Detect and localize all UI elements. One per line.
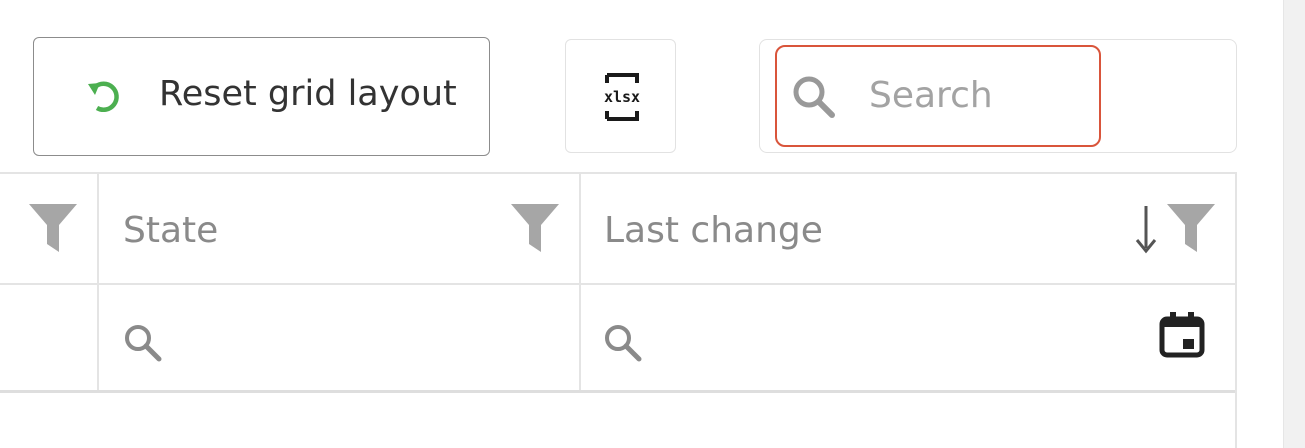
column-divider	[579, 174, 581, 283]
reset-grid-layout-label: Reset grid layout	[159, 74, 457, 114]
grid-filter-row	[0, 285, 1235, 393]
export-xlsx-button[interactable]: xlsx	[565, 39, 676, 153]
grid-header-row: State Last change	[0, 174, 1235, 285]
xlsx-export-icon: xlsx	[604, 73, 640, 121]
data-grid: State Last change	[0, 172, 1237, 448]
search-box[interactable]	[775, 45, 1101, 147]
column-divider	[97, 285, 99, 390]
column-divider	[579, 285, 581, 390]
last-change-filter-icon[interactable]	[1167, 204, 1215, 256]
vertical-scrollbar[interactable]	[1283, 0, 1305, 448]
search-icon	[791, 74, 837, 124]
column-header-last-change[interactable]: Last change	[604, 210, 823, 251]
sort-descending-icon[interactable]	[1134, 204, 1158, 258]
column-divider	[97, 174, 99, 283]
last-change-filter-search-icon[interactable]	[603, 323, 643, 367]
calendar-icon[interactable]	[1158, 311, 1206, 363]
reset-grid-layout-button[interactable]: Reset grid layout	[33, 37, 490, 156]
column-header-state[interactable]: State	[123, 210, 218, 251]
state-filter-icon[interactable]	[511, 204, 559, 256]
search-input[interactable]	[869, 67, 1079, 123]
undo-arrow-icon	[86, 79, 126, 115]
svg-text:xlsx: xlsx	[604, 88, 640, 106]
state-filter-search-icon[interactable]	[123, 323, 163, 367]
previous-column-filter-icon[interactable]	[29, 204, 77, 256]
